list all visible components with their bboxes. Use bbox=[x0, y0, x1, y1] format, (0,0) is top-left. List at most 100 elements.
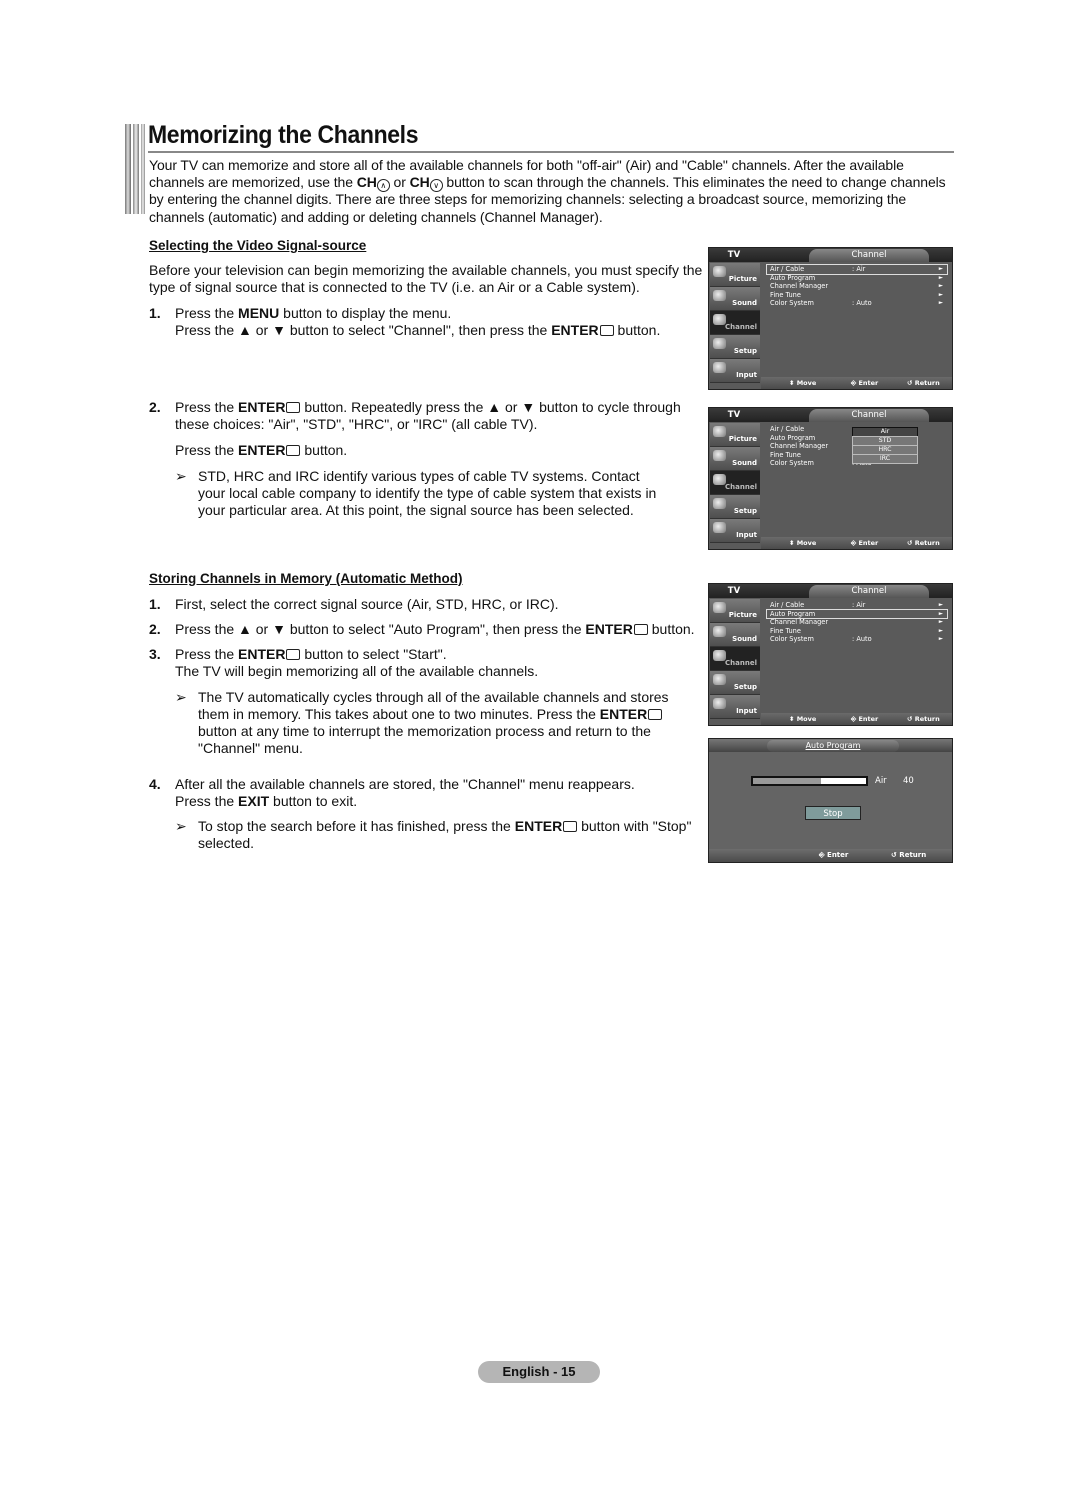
sound-icon bbox=[713, 450, 726, 461]
input-icon bbox=[713, 362, 726, 373]
osd-sidebar: Picture Sound Channel Setup Input bbox=[709, 263, 761, 389]
osd-channel-menu-dropdown: TV Channel Picture Sound Channel Setup Input Ai… bbox=[708, 407, 953, 550]
enter-hint: ⎆ Enter bbox=[851, 379, 879, 387]
osd-menu-item[interactable]: Air / Cable: Air ► bbox=[766, 264, 948, 275]
progress-source: Air bbox=[875, 776, 887, 786]
note-arrow-icon: ➢ bbox=[175, 689, 187, 705]
osd-menu-item[interactable]: Fine Tune ► bbox=[767, 627, 947, 636]
osd-menu-title: Channel bbox=[809, 409, 929, 422]
osd-menu-item[interactable]: Color System: Auto ► bbox=[767, 299, 947, 308]
osd-sidebar-setup[interactable]: Setup bbox=[710, 335, 760, 359]
store-step-4: 4. After all the available channels are … bbox=[149, 776, 635, 809]
store-step-2: 2. Press the ▲ or ▼ button to select "Au… bbox=[149, 621, 695, 637]
decorative-bars bbox=[125, 124, 147, 214]
submenu-arrow-icon: ► bbox=[938, 283, 943, 290]
enter-icon bbox=[286, 445, 301, 456]
osd-menu-items: Air / Cable: Air ► Auto Program ► Channel Ma… bbox=[766, 264, 948, 308]
osd-menu-item[interactable]: Fine Tune ► bbox=[767, 291, 947, 300]
return-hint: ↺ Return bbox=[891, 851, 927, 859]
progress-channel: 40 bbox=[903, 776, 914, 786]
osd-sidebar-picture[interactable]: Picture bbox=[710, 599, 760, 623]
page-title: Memorizing the Channels bbox=[148, 121, 419, 149]
setup-icon bbox=[713, 498, 726, 509]
osd-tv-label: TV bbox=[727, 250, 741, 260]
move-hint: ⬍ Move bbox=[789, 715, 817, 723]
osd-footer: ⬍ Move ⎆ Enter ↺ Return bbox=[761, 713, 952, 725]
osd-footer: ⬍ Move ⎆ Enter ↺ Return bbox=[761, 377, 952, 389]
osd-footer: ⬍ Move ⎆ Enter ↺ Return bbox=[761, 537, 952, 549]
auto-program-title: Auto Program bbox=[767, 740, 899, 752]
osd-tv-label: TV bbox=[727, 410, 741, 420]
picture-icon bbox=[713, 426, 726, 437]
signal-step-1: 1. Press the MENU button to display the … bbox=[149, 305, 661, 338]
move-hint: ⬍ Move bbox=[789, 379, 817, 387]
air-cable-dropdown[interactable]: Air STD HRC IRC bbox=[852, 427, 918, 464]
osd-menu-item[interactable]: Air / Cable: Air ► bbox=[767, 601, 947, 610]
osd-sidebar-input[interactable]: Input bbox=[710, 359, 760, 383]
signal-source-paragraph: Before your television can begin memoriz… bbox=[149, 262, 703, 295]
osd-menu-title: Channel bbox=[809, 585, 929, 598]
osd-sidebar-picture[interactable]: Picture bbox=[710, 263, 760, 287]
osd-menu-item[interactable]: Auto Program ► bbox=[767, 274, 947, 283]
store-note-4: ➢ To stop the search before it has finis… bbox=[175, 818, 692, 851]
osd-sidebar-sound[interactable]: Sound bbox=[710, 287, 760, 311]
submenu-arrow-icon: ► bbox=[938, 610, 943, 617]
osd-sidebar-channel[interactable]: Channel bbox=[710, 471, 760, 495]
enter-icon bbox=[633, 624, 648, 635]
osd-sidebar-picture[interactable]: Picture bbox=[710, 423, 760, 447]
submenu-arrow-icon: ► bbox=[938, 274, 943, 281]
osd-sidebar-channel[interactable]: Channel bbox=[710, 647, 760, 671]
enter-hint: ⎆ Enter bbox=[819, 851, 849, 859]
osd-sidebar-sound[interactable]: Sound bbox=[710, 447, 760, 471]
osd-sidebar-input[interactable]: Input bbox=[710, 519, 760, 543]
enter-icon bbox=[599, 325, 614, 336]
title-divider bbox=[148, 151, 954, 153]
move-hint: ⬍ Move bbox=[789, 539, 817, 547]
osd-menu-item[interactable]: Color System: Auto ► bbox=[767, 635, 947, 644]
section-heading-auto-store: Storing Channels in Memory (Automatic Me… bbox=[149, 571, 463, 586]
enter-icon bbox=[648, 709, 663, 720]
enter-icon bbox=[286, 649, 301, 660]
osd-sidebar-setup[interactable]: Setup bbox=[710, 495, 760, 519]
input-icon bbox=[713, 698, 726, 709]
store-note-3: ➢ The TV automatically cycles through al… bbox=[175, 689, 669, 756]
dropdown-option[interactable]: IRC bbox=[852, 454, 918, 464]
osd-menu-item[interactable]: Channel Manager ► bbox=[767, 282, 947, 291]
note-arrow-icon: ➢ bbox=[175, 818, 187, 834]
submenu-arrow-icon: ► bbox=[938, 627, 943, 634]
channel-down-icon: ∨ bbox=[429, 179, 443, 193]
enter-icon bbox=[563, 821, 578, 832]
osd-menu-item[interactable]: Channel Manager ► bbox=[767, 618, 947, 627]
signal-step-2: 2. Press the ENTER button. Repeatedly pr… bbox=[149, 399, 681, 458]
stop-button[interactable]: Stop bbox=[805, 806, 861, 820]
auto-program-progress-bar bbox=[751, 776, 868, 786]
osd-menu-title: Channel bbox=[809, 249, 929, 262]
sound-icon bbox=[713, 626, 726, 637]
picture-icon bbox=[713, 602, 726, 613]
sound-icon bbox=[713, 290, 726, 301]
enter-hint: ⎆ Enter bbox=[851, 539, 879, 547]
signal-note: ➢ STD, HRC and IRC identify various type… bbox=[175, 468, 657, 518]
section-heading-signal-source: Selecting the Video Signal-source bbox=[149, 238, 367, 253]
enter-hint: ⎆ Enter bbox=[851, 715, 879, 723]
osd-tv-label: TV bbox=[727, 586, 741, 596]
picture-icon bbox=[713, 266, 726, 277]
note-arrow-icon: ➢ bbox=[175, 468, 187, 484]
submenu-arrow-icon: ► bbox=[938, 636, 943, 643]
submenu-arrow-icon: ► bbox=[938, 291, 943, 298]
osd-menu-item[interactable]: Auto Program ► bbox=[766, 608, 948, 620]
osd-sidebar-input[interactable]: Input bbox=[710, 695, 760, 719]
progress-fill bbox=[753, 778, 821, 784]
intro-paragraph: Your TV can memorize and store all of th… bbox=[149, 157, 946, 225]
input-icon bbox=[713, 522, 726, 533]
osd-auto-program: Auto Program Air 40 Stop ⎆ Enter ↺ Retur… bbox=[708, 738, 953, 863]
osd-sidebar-setup[interactable]: Setup bbox=[710, 671, 760, 695]
setup-icon bbox=[713, 338, 726, 349]
osd-menu-items: Air / Cable: Air ► Auto Program ► Channel Ma… bbox=[766, 601, 948, 644]
channel-up-icon: ∧ bbox=[376, 179, 390, 193]
enter-icon bbox=[286, 402, 301, 413]
store-step-1: 1. First, select the correct signal sour… bbox=[149, 596, 559, 612]
osd-sidebar-sound[interactable]: Sound bbox=[710, 623, 760, 647]
osd-channel-menu-1: TV Channel Picture Sound Channel Setup Input Ai… bbox=[708, 247, 953, 390]
osd-sidebar-channel[interactable]: Channel bbox=[710, 311, 760, 335]
